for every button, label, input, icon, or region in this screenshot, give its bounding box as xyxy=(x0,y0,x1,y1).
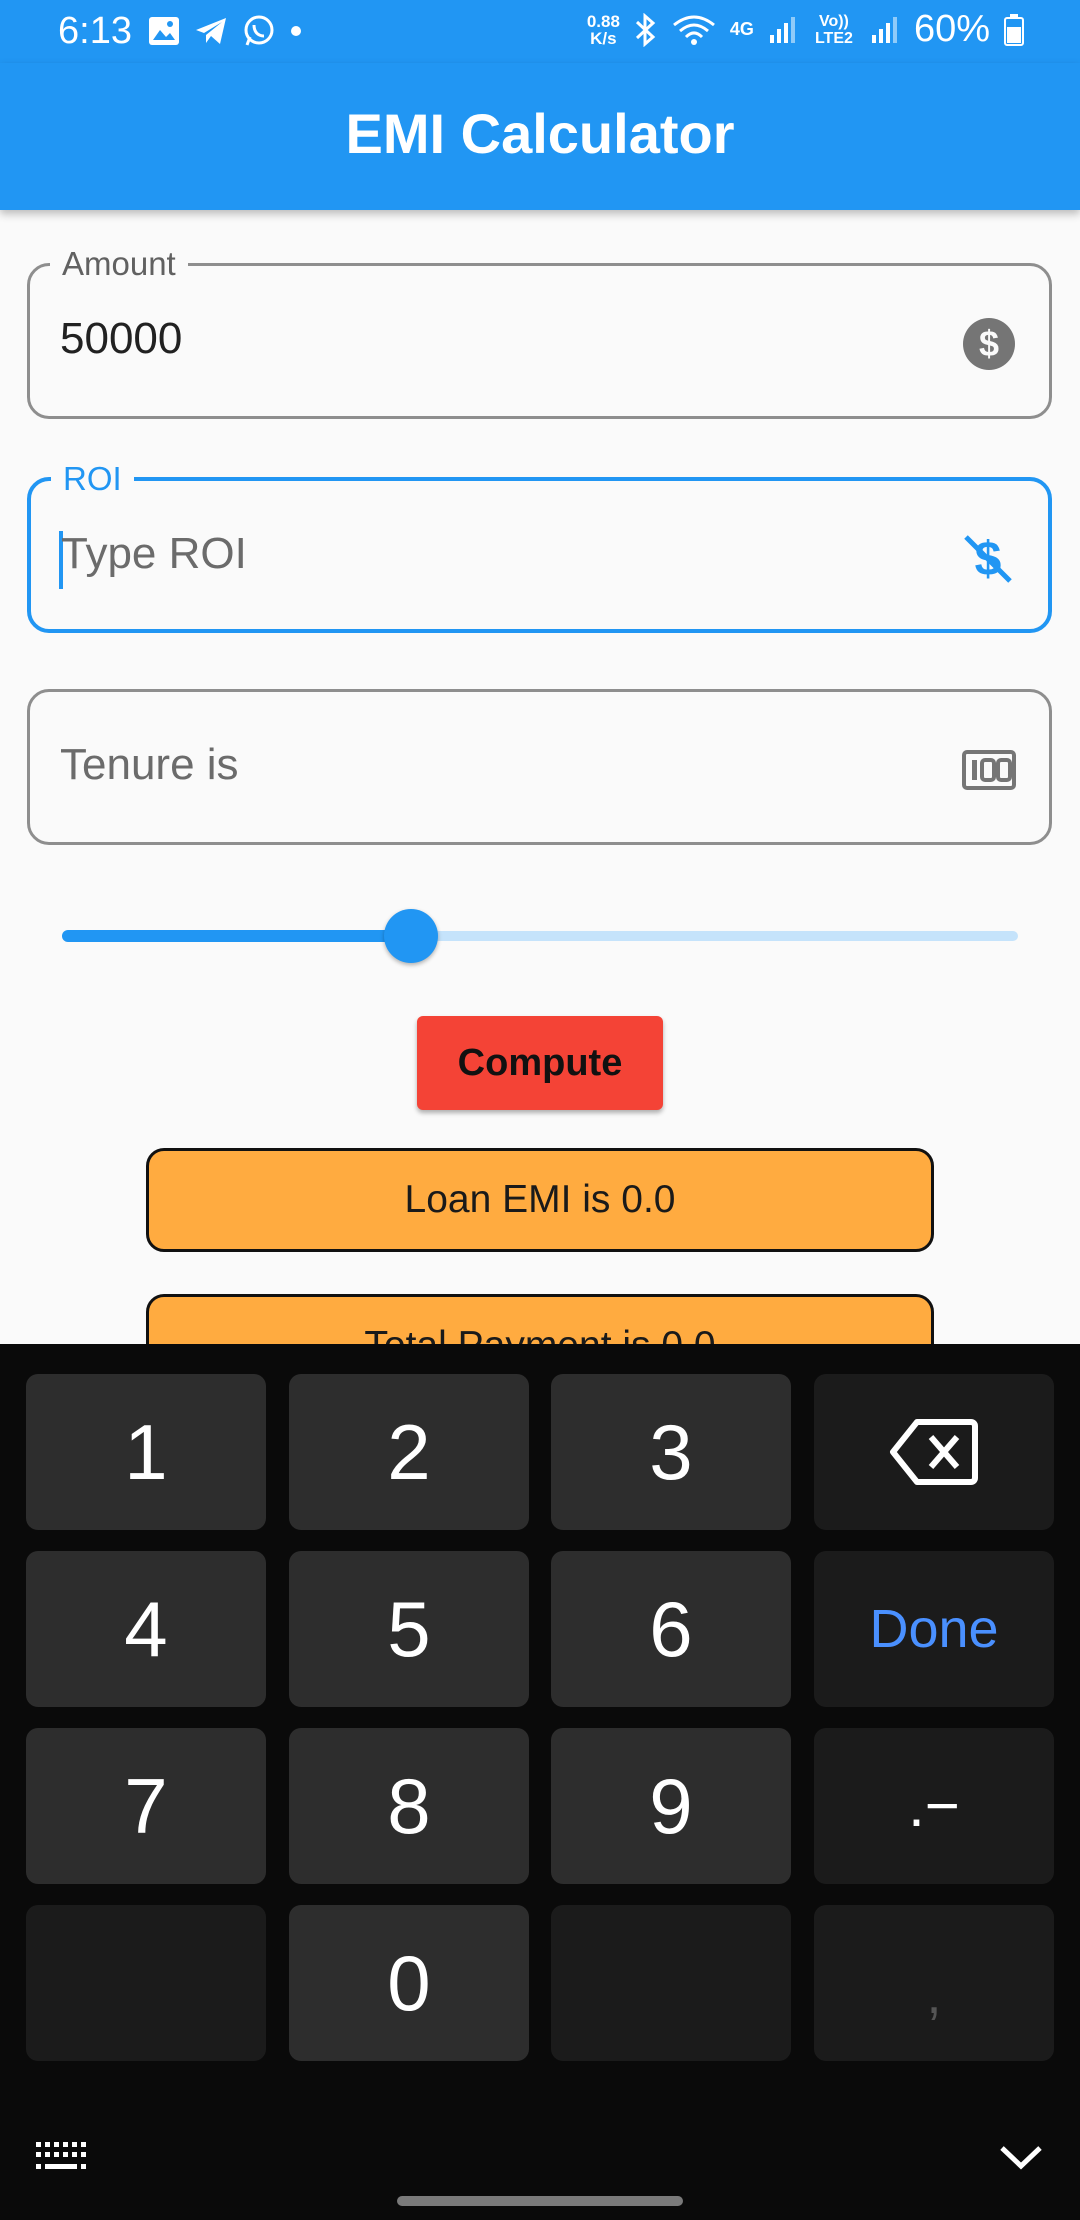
battery-icon xyxy=(1004,13,1024,46)
roi-label: ROI xyxy=(51,459,134,499)
key-7[interactable]: 7 xyxy=(26,1728,266,1884)
backspace-key[interactable] xyxy=(814,1374,1054,1530)
compute-button[interactable]: Compute xyxy=(417,1016,663,1110)
loan-emi-result: Loan EMI is 0.0 xyxy=(146,1148,934,1252)
whatsapp-icon xyxy=(244,15,274,46)
key-5[interactable]: 5 xyxy=(289,1551,529,1707)
tenure-placeholder: Tenure is xyxy=(60,740,239,789)
volte-label: Vo)) LTE2 xyxy=(814,12,853,47)
done-key[interactable]: Done xyxy=(814,1551,1054,1707)
bluetooth-icon xyxy=(635,12,656,47)
wifi-icon xyxy=(672,15,715,45)
amount-label: Amount xyxy=(50,244,188,284)
key-6[interactable]: 6 xyxy=(551,1551,791,1707)
keyboard-switch-icon[interactable] xyxy=(34,2140,88,2174)
key-0[interactable]: 0 xyxy=(289,1905,529,2061)
net-speed: 0.88 K/s xyxy=(586,11,620,48)
notification-dot-icon xyxy=(291,26,301,36)
key-1[interactable]: 1 xyxy=(26,1374,266,1530)
page-title: EMI Calculator xyxy=(345,102,735,165)
empty-key-left xyxy=(26,1905,266,2061)
key-9[interactable]: 9 xyxy=(551,1728,791,1884)
slider-active-track xyxy=(62,930,411,942)
signal-2-icon xyxy=(871,16,897,43)
battery-percent: 60% xyxy=(913,8,990,50)
comma-key[interactable]: , xyxy=(814,1905,1054,2061)
empty-key-right xyxy=(551,1905,791,2061)
status-time: 6:13 xyxy=(58,10,132,52)
tenure-field[interactable]: Tenure is xyxy=(27,689,1052,845)
dollar-circle-icon: $ xyxy=(963,318,1015,370)
gallery-icon xyxy=(149,17,179,45)
tenure-slider[interactable] xyxy=(62,909,1018,963)
key-2[interactable]: 2 xyxy=(289,1374,529,1530)
network-4g: 4G xyxy=(729,19,754,39)
key-3[interactable]: 3 xyxy=(551,1374,791,1530)
roi-field[interactable]: ROI Type ROI $ xyxy=(27,459,1052,633)
telegram-icon xyxy=(196,18,226,44)
amount-field[interactable]: Amount 50000 $ xyxy=(27,244,1052,419)
status-bar: 6:13 0.88 K/s 4G Vo)) LTE2 60% xyxy=(0,0,1080,63)
signal-icon xyxy=(769,16,795,43)
backspace-icon xyxy=(890,1419,978,1485)
numeric-keyboard: 1 2 3 4 5 6 Done 7 8 9 .− 0 , xyxy=(0,1344,1080,2220)
money-off-icon: $ xyxy=(964,533,1012,586)
key-4[interactable]: 4 xyxy=(26,1551,266,1707)
svg-text:$: $ xyxy=(979,323,999,364)
roi-placeholder: Type ROI xyxy=(61,529,247,578)
slider-thumb[interactable] xyxy=(383,909,438,963)
key-8[interactable]: 8 xyxy=(289,1728,529,1884)
amount-value: 50000 xyxy=(60,314,183,363)
hide-keyboard-icon[interactable] xyxy=(998,2142,1044,2172)
dot-minus-key[interactable]: .− xyxy=(814,1728,1054,1884)
hundred-icon xyxy=(962,750,1016,790)
gesture-home-bar[interactable] xyxy=(397,2196,683,2206)
app-bar: EMI Calculator xyxy=(0,63,1080,210)
